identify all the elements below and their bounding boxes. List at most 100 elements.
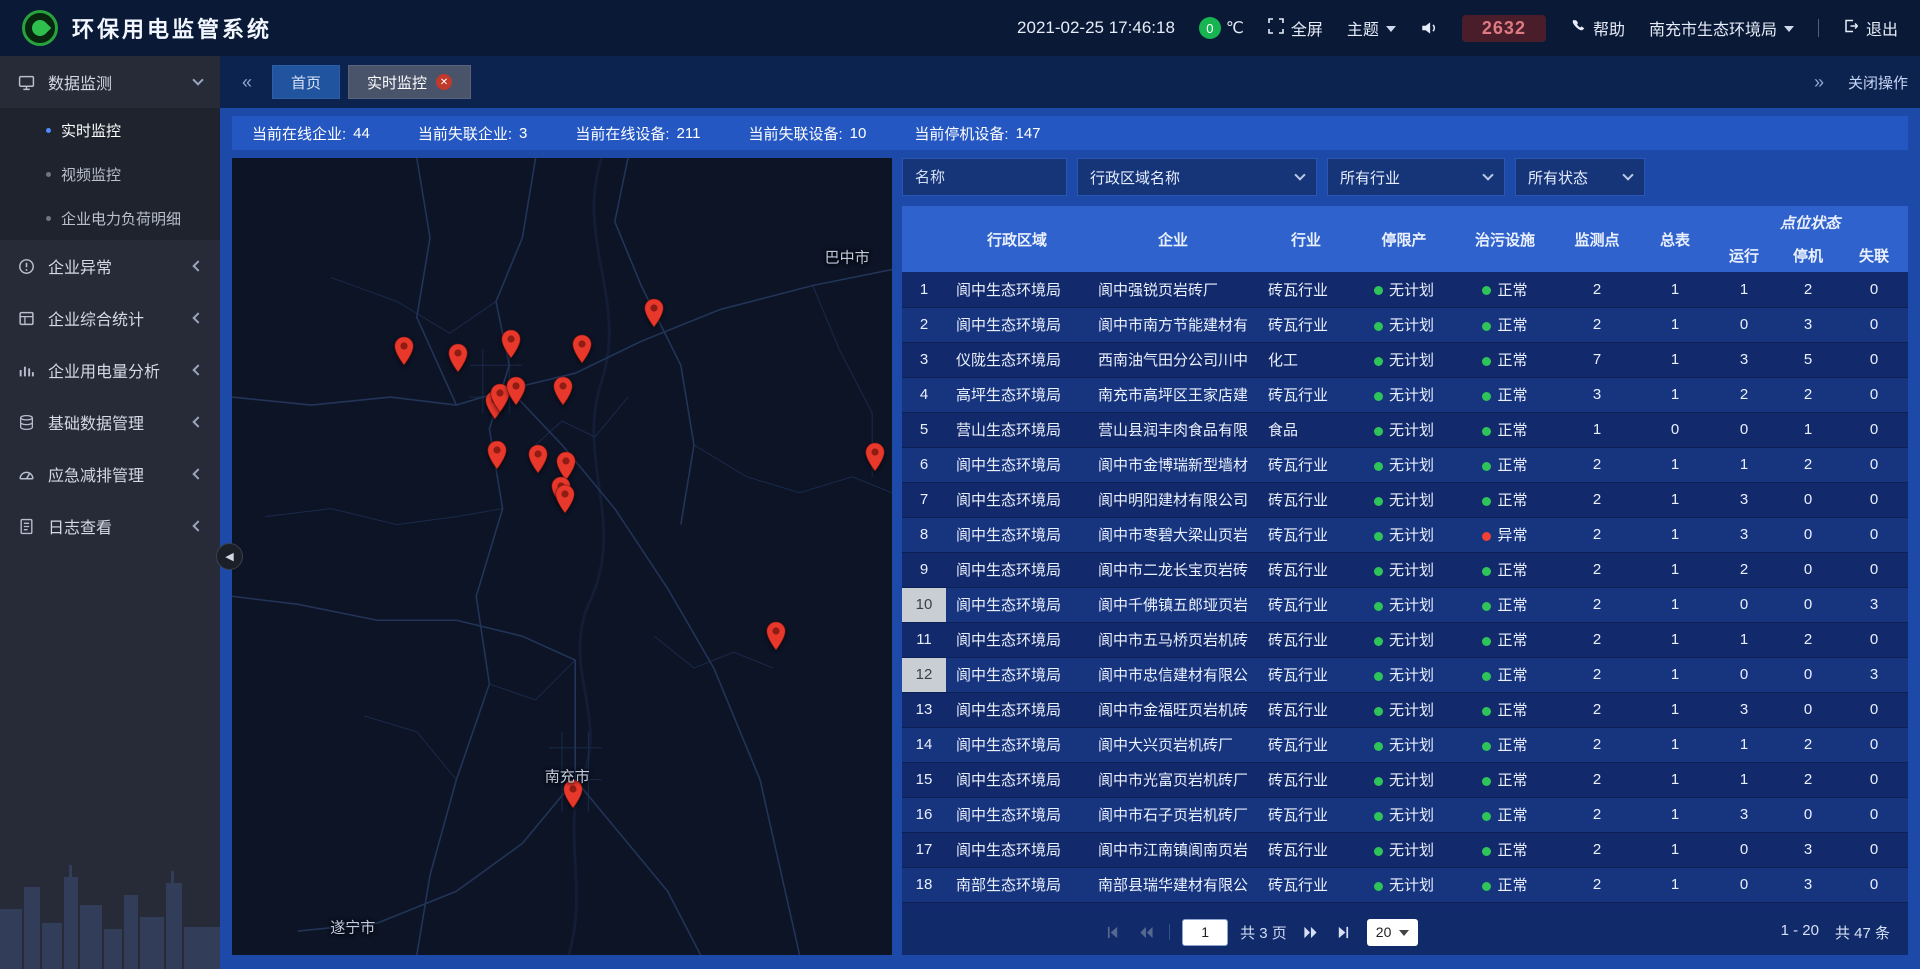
tab-home[interactable]: 首页 [272, 65, 340, 99]
total-count-label: 共 47 条 [1835, 922, 1890, 943]
map-pin-icon[interactable] [500, 329, 522, 359]
speaker-icon[interactable] [1420, 19, 1438, 37]
page-number-input[interactable] [1182, 919, 1228, 946]
sidebar-item-video-monitor[interactable]: 视频监控 [0, 152, 220, 196]
map[interactable]: 巴中市南充市遂宁市 [232, 158, 892, 955]
table-row[interactable]: 11 阆中生态环境局 阆中市五马桥页岩机砖 砖瓦行业 无计划 正常 2 1 1 … [902, 622, 1908, 657]
table-row[interactable]: 2 阆中生态环境局 阆中市南方节能建材有 砖瓦行业 无计划 正常 2 1 0 3… [902, 307, 1908, 342]
table-row[interactable]: 4 高坪生态环境局 南充市高坪区王家店建 砖瓦行业 无计划 正常 3 1 2 2… [902, 377, 1908, 412]
table-row[interactable]: 6 阆中生态环境局 阆中市金博瑞新型墙材 砖瓦行业 无计划 正常 2 1 1 2… [902, 447, 1908, 482]
table-row[interactable]: 12 阆中生态环境局 阆中市忠信建材有限公 砖瓦行业 无计划 正常 2 1 0 … [902, 657, 1908, 692]
row-index: 10 [902, 587, 946, 622]
cell-region: 阆中生态环境局 [946, 447, 1088, 482]
map-pin-icon[interactable] [393, 336, 415, 366]
collapse-map-button[interactable]: ◀ [216, 543, 243, 570]
chart-icon [18, 361, 36, 379]
last-page-button[interactable] [1333, 921, 1355, 943]
sidebar-group-company-abnormal[interactable]: 企业异常 [0, 240, 220, 292]
map-pin-icon[interactable] [527, 444, 549, 474]
table-row[interactable]: 16 阆中生态环境局 阆中市石子页岩机砖厂 砖瓦行业 无计划 正常 2 1 3 … [902, 797, 1908, 832]
table-row[interactable]: 18 南部生态环境局 南部县瑞华建材有限公 砖瓦行业 无计划 正常 2 1 0 … [902, 867, 1908, 902]
sidebar-group-power-analysis[interactable]: 企业用电量分析 [0, 344, 220, 396]
cell-stopped: 2 [1776, 272, 1840, 307]
name-search-input[interactable] [902, 158, 1067, 196]
sidebar-group-emergency-reduction[interactable]: 应急减排管理 [0, 448, 220, 500]
logout-icon [1843, 18, 1859, 39]
cell-running: 3 [1712, 797, 1776, 832]
help-button[interactable]: 帮助 [1570, 16, 1625, 40]
scroll-tabs-left-button[interactable]: « [232, 67, 262, 97]
fullscreen-button[interactable]: 全屏 [1268, 16, 1323, 40]
cell-facility-status: 异常 [1454, 517, 1556, 552]
table-row[interactable]: 10 阆中生态环境局 阆中千佛镇五郎垭页岩 砖瓦行业 无计划 正常 2 1 0 … [902, 587, 1908, 622]
table-row[interactable]: 8 阆中生态环境局 阆中市枣碧大梁山页岩 砖瓦行业 无计划 异常 2 1 3 0… [902, 517, 1908, 552]
map-pin-icon[interactable] [486, 440, 508, 470]
table-row[interactable]: 17 阆中生态环境局 阆中市江南镇阆南页岩 砖瓦行业 无计划 正常 2 1 0 … [902, 832, 1908, 867]
cell-lost: 0 [1840, 377, 1908, 412]
theme-dropdown[interactable]: 主题 [1347, 16, 1396, 40]
sidebar-item-realtime-monitor[interactable]: 实时监控 [0, 108, 220, 152]
cell-running: 0 [1712, 832, 1776, 867]
cell-running: 0 [1712, 867, 1776, 902]
cell-lost: 0 [1840, 342, 1908, 377]
map-pin-icon[interactable] [643, 298, 665, 328]
chevron-down-icon [1399, 930, 1409, 936]
chevron-left-icon [192, 416, 203, 427]
scroll-tabs-right-button[interactable]: » [1804, 67, 1834, 97]
cell-limit-status: 无计划 [1354, 552, 1454, 587]
notice-count-badge[interactable]: 2632 [1462, 15, 1546, 42]
cell-meter: 1 [1638, 517, 1712, 552]
cell-lost: 0 [1840, 482, 1908, 517]
cell-lost: 0 [1840, 412, 1908, 447]
stat-stopped-devices: 当前停机设备:147 [914, 123, 1040, 144]
close-operations-button[interactable]: 关闭操作 [1848, 72, 1908, 93]
region-select[interactable]: 行政区域名称 [1077, 158, 1317, 196]
cell-monitor: 2 [1556, 622, 1638, 657]
status-dot [1374, 742, 1383, 751]
table-row[interactable]: 15 阆中生态环境局 阆中市光富页岩机砖厂 砖瓦行业 无计划 正常 2 1 1 … [902, 762, 1908, 797]
table-row[interactable]: 13 阆中生态环境局 阆中市金福旺页岩机砖 砖瓦行业 无计划 正常 2 1 3 … [902, 692, 1908, 727]
divider [1818, 19, 1819, 37]
city-label: 南充市 [545, 766, 590, 787]
table-row[interactable]: 9 阆中生态环境局 阆中市二龙长宝页岩砖 砖瓦行业 无计划 正常 2 1 2 0… [902, 552, 1908, 587]
cell-running: 1 [1712, 272, 1776, 307]
close-tab-icon[interactable]: ✕ [436, 74, 452, 90]
table-row[interactable]: 5 营山生态环境局 营山县润丰肉食品有限 食品 无计划 正常 1 0 0 1 0 [902, 412, 1908, 447]
tab-realtime-monitor[interactable]: 实时监控✕ [348, 65, 471, 99]
status-select[interactable]: 所有状态 [1515, 158, 1645, 196]
sidebar-item-power-load-detail[interactable]: 企业电力负荷明细 [0, 196, 220, 240]
sidebar-group-base-data[interactable]: 基础数据管理 [0, 396, 220, 448]
next-page-button[interactable] [1299, 921, 1321, 943]
status-dot [1482, 602, 1491, 611]
map-pin-icon[interactable] [447, 343, 469, 373]
sidebar-group-log-view[interactable]: 日志查看 [0, 500, 220, 552]
map-pin-icon[interactable] [765, 621, 787, 651]
chevron-down-icon [1622, 169, 1633, 180]
logout-button[interactable]: 退出 [1843, 16, 1898, 40]
org-dropdown[interactable]: 南充市生态环境局 [1649, 16, 1794, 40]
chevron-down-icon [1386, 26, 1396, 32]
table-row[interactable]: 3 仪陇生态环境局 西南油气田分公司川中 化工 无计划 正常 7 1 3 5 0 [902, 342, 1908, 377]
table-row[interactable]: 14 阆中生态环境局 阆中大兴页岩机砖厂 砖瓦行业 无计划 正常 2 1 1 2… [902, 727, 1908, 762]
sidebar-group-company-statistics[interactable]: 企业综合统计 [0, 292, 220, 344]
map-pin-icon[interactable] [864, 442, 886, 472]
cell-meter: 1 [1638, 692, 1712, 727]
prev-page-button[interactable] [1135, 921, 1157, 943]
page-size-select[interactable]: 20 [1367, 919, 1419, 946]
map-pin-icon[interactable] [571, 334, 593, 364]
sidebar-group-data-monitor[interactable]: 数据监测 [0, 56, 220, 108]
cell-company: 西南油气田分公司川中 [1088, 342, 1258, 377]
cell-lost: 0 [1840, 307, 1908, 342]
database-icon [18, 413, 36, 431]
cell-industry: 砖瓦行业 [1258, 272, 1354, 307]
table-row[interactable]: 1 阆中生态环境局 阆中强锐页岩砖厂 砖瓦行业 无计划 正常 2 1 1 2 0 [902, 272, 1908, 307]
industry-select[interactable]: 所有行业 [1327, 158, 1505, 196]
map-pin-icon[interactable] [554, 484, 576, 514]
first-page-button[interactable] [1101, 921, 1123, 943]
cell-limit-status: 无计划 [1354, 867, 1454, 902]
map-pin-icon[interactable] [552, 376, 574, 406]
cell-facility-status: 正常 [1454, 377, 1556, 412]
app-root: 环保用电监管系统 2021-02-25 17:46:18 0 ℃ 全屏 主题 2… [0, 0, 1920, 969]
map-pin-icon[interactable] [505, 376, 527, 406]
table-row[interactable]: 7 阆中生态环境局 阆中明阳建材有限公司 砖瓦行业 无计划 正常 2 1 3 0… [902, 482, 1908, 517]
